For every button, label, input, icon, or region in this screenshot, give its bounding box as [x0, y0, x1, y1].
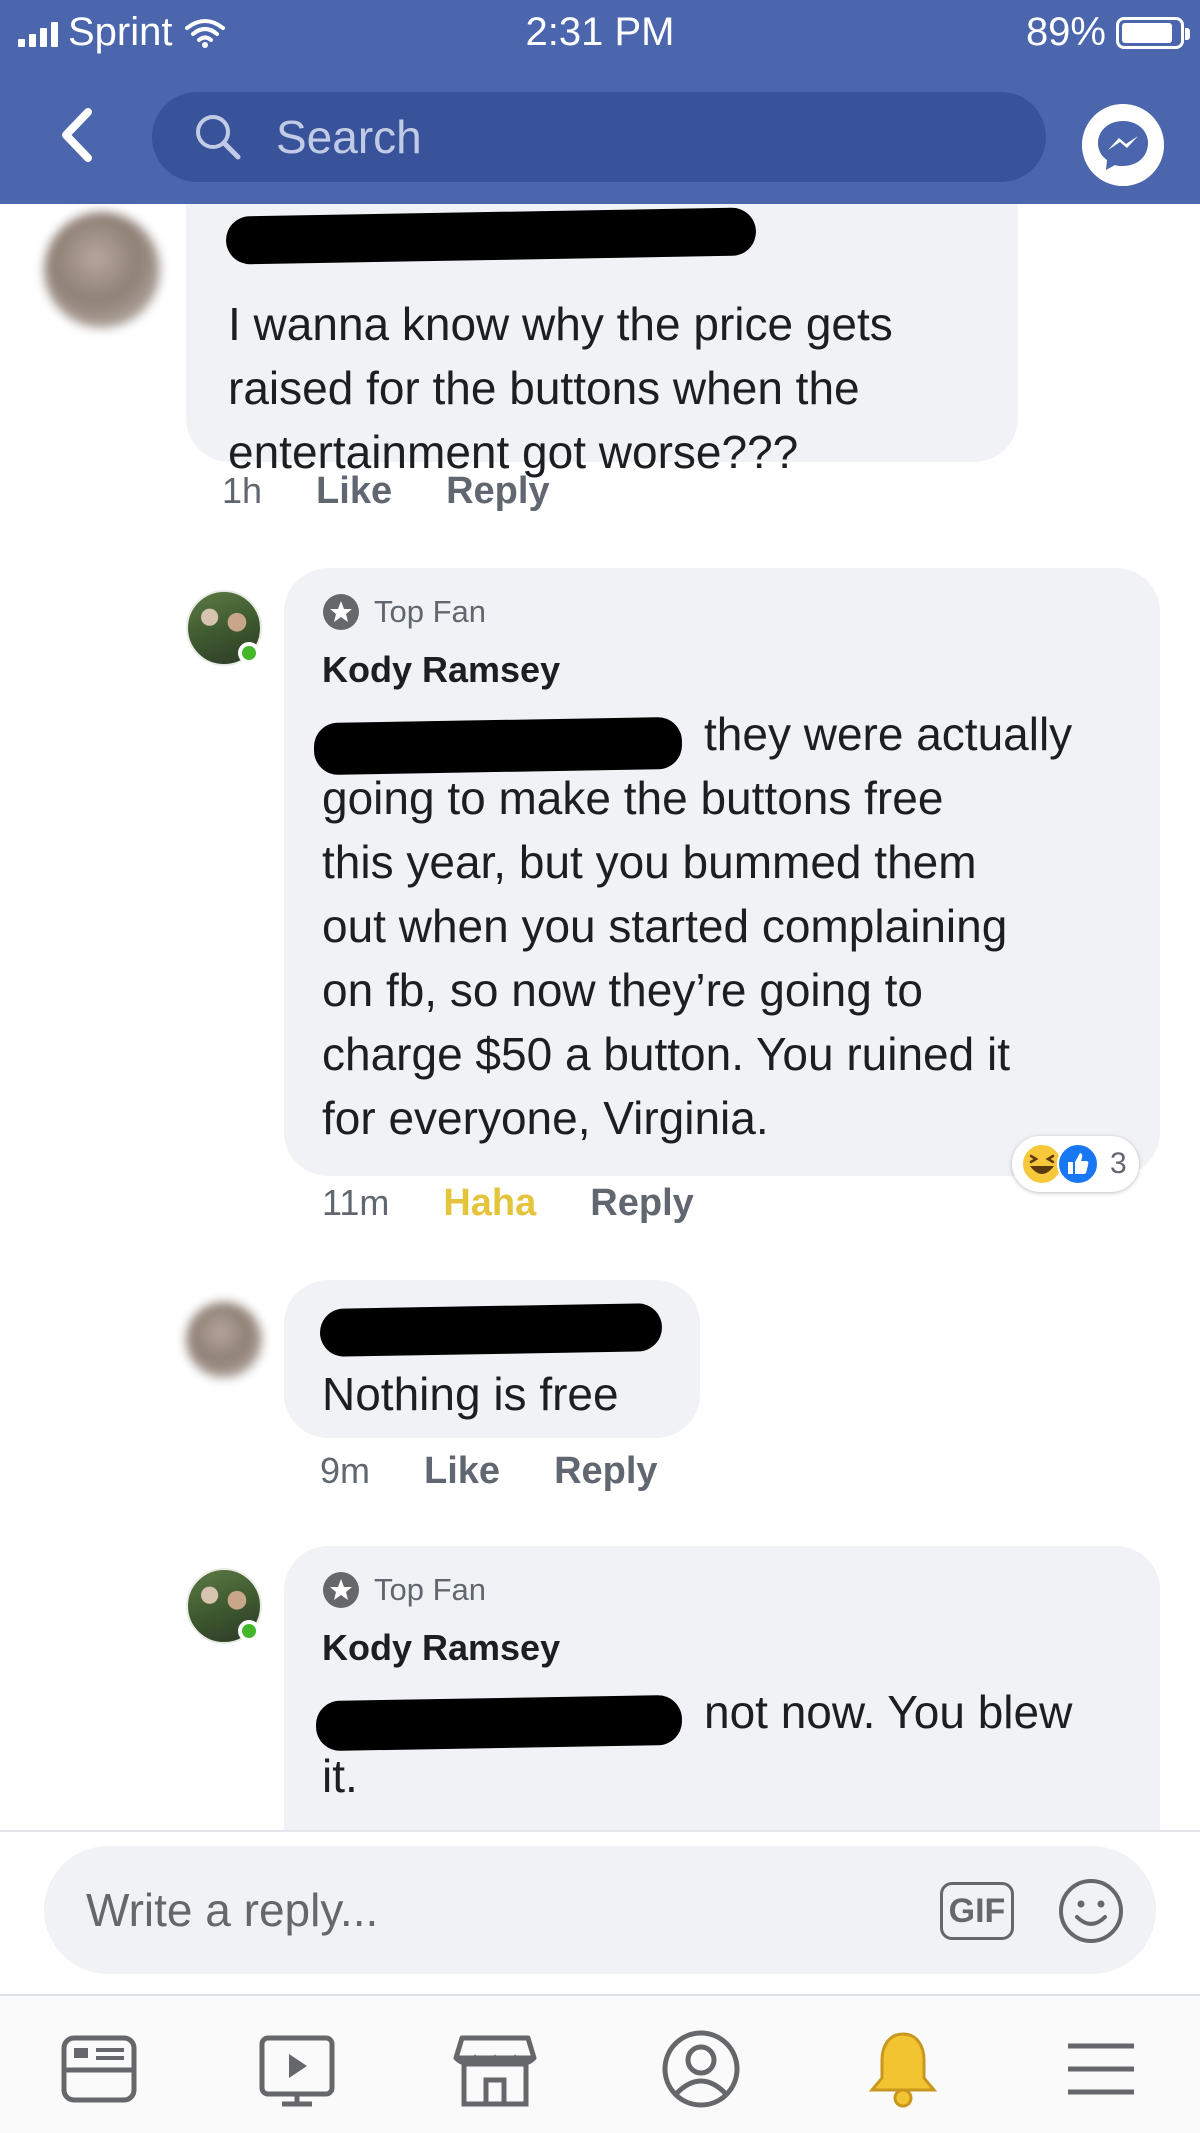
- search-icon: [196, 115, 241, 160]
- profile-icon[interactable]: [656, 2024, 746, 2114]
- top-fan-badge: Top Fan: [322, 1568, 1126, 1612]
- online-status-indicator: [238, 1620, 260, 1642]
- battery-icon: [1116, 16, 1190, 49]
- top-fan-star-icon: [323, 1572, 359, 1608]
- comment-bubble[interactable]: Top Fan Kody Ramsey not now. You blew it…: [284, 1546, 1160, 1830]
- marketplace-icon[interactable]: [450, 2024, 540, 2114]
- author-name[interactable]: Kody Ramsey: [322, 1622, 1126, 1674]
- top-fan-badge: Top Fan: [322, 590, 1126, 634]
- reply-button[interactable]: Reply: [590, 1182, 693, 1225]
- comment-text-line: out when you started complaining: [322, 900, 1008, 952]
- menu-icon[interactable]: [1056, 2024, 1146, 2114]
- haha-reaction-button[interactable]: Haha: [443, 1182, 536, 1225]
- reaction-count: 3: [1110, 1147, 1127, 1180]
- watch-icon[interactable]: [252, 2024, 342, 2114]
- comment-actions: 9m Like Reply: [320, 1450, 712, 1493]
- redacted-author-name: [319, 1303, 663, 1357]
- reply-button[interactable]: Reply: [554, 1450, 657, 1493]
- top-fan-label: Top Fan: [374, 1572, 487, 1607]
- reply-composer[interactable]: GIF: [44, 1846, 1156, 1974]
- comment-bubble[interactable]: Nothing is free: [284, 1280, 700, 1438]
- navigation-bar: [0, 70, 1200, 204]
- comment-bubble[interactable]: Top Fan Kody Ramsey they were actually g…: [284, 568, 1160, 1176]
- author-name[interactable]: Kody Ramsey: [322, 644, 1126, 696]
- news-feed-icon[interactable]: [54, 2024, 144, 2114]
- top-fan-star-icon: [323, 594, 359, 630]
- gif-button[interactable]: GIF: [940, 1882, 1014, 1940]
- battery-status: 89%: [1025, 10, 1190, 55]
- like-button[interactable]: Like: [316, 470, 392, 513]
- comment-text-line: for everyone, Virginia.: [322, 1092, 769, 1144]
- comment-thread: I wanna know why the price gets raised f…: [0, 204, 1200, 1830]
- comment-text: I wanna know why the price gets raised f…: [228, 298, 893, 478]
- back-button[interactable]: [48, 100, 108, 170]
- redacted-mention: [313, 716, 683, 776]
- comment-text: Nothing is free: [322, 1368, 619, 1420]
- redacted-mention: [315, 1694, 683, 1752]
- reply-button[interactable]: Reply: [446, 470, 549, 513]
- like-reaction-icon: [1057, 1143, 1099, 1185]
- comment-actions: 1h Like Reply: [222, 470, 604, 513]
- emoji-icon[interactable]: [1056, 1876, 1126, 1946]
- comment-actions: 11m Haha Reply: [322, 1182, 748, 1225]
- bottom-tab-bar: [0, 1996, 1200, 2133]
- comment-text-line: it.: [322, 1750, 358, 1802]
- top-fan-label: Top Fan: [374, 594, 487, 629]
- comment-timestamp: 11m: [322, 1182, 390, 1223]
- search-bar[interactable]: [152, 92, 1046, 182]
- like-button[interactable]: Like: [424, 1450, 500, 1493]
- comment-bubble[interactable]: I wanna know why the price gets raised f…: [186, 204, 1018, 478]
- online-status-indicator: [238, 642, 260, 664]
- comment-timestamp: 9m: [320, 1450, 371, 1491]
- battery-percent: 89%: [1025, 10, 1106, 54]
- status-bar: Sprint 2:31 PM 89%: [0, 0, 1200, 70]
- clock: 2:31 PM: [525, 10, 675, 54]
- comment-text-line: this year, but you bummed them: [322, 836, 977, 888]
- composer-divider: [0, 1830, 1200, 1832]
- comment-text-line: going to make the buttons free: [322, 772, 944, 824]
- avatar[interactable]: [44, 212, 160, 328]
- notifications-icon[interactable]: [858, 2024, 948, 2114]
- messenger-icon[interactable]: [1082, 104, 1164, 186]
- search-input[interactable]: [276, 110, 976, 164]
- redacted-author-name: [225, 207, 757, 265]
- comment-text-line: on fb, so now they’re going to: [322, 964, 923, 1016]
- comment-text-line: charge $50 a button. You ruined it: [322, 1028, 1011, 1080]
- reactions-summary[interactable]: 3: [1012, 1136, 1139, 1192]
- comment-timestamp: 1h: [222, 470, 263, 511]
- avatar[interactable]: [186, 1302, 262, 1378]
- reply-input[interactable]: [86, 1880, 886, 1940]
